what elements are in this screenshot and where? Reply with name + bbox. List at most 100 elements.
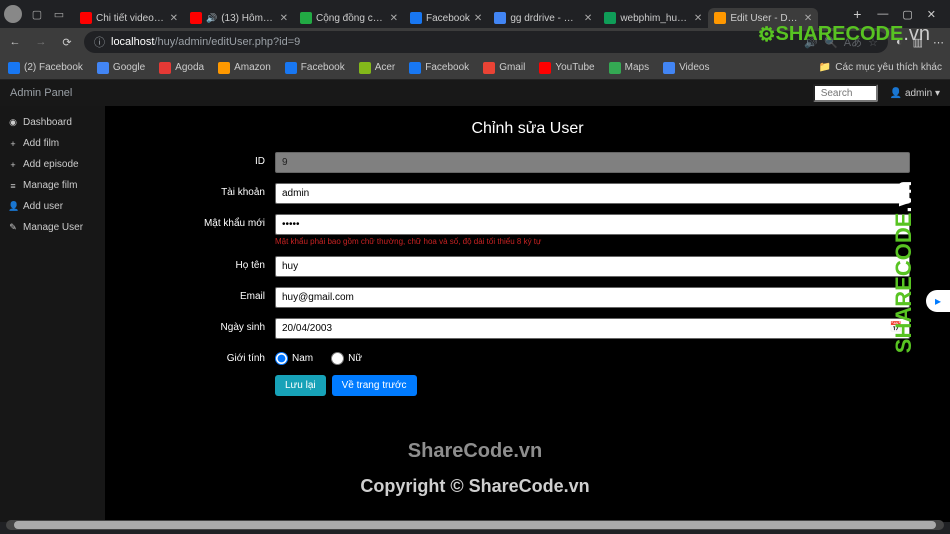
back-button[interactable]: ← <box>6 33 24 51</box>
bookmark-label: Acer <box>375 62 396 73</box>
bookmark-label: YouTube <box>555 62 594 73</box>
translate-icon[interactable]: Aあ <box>844 34 862 50</box>
tab-overview-icon[interactable]: ▭ <box>52 7 66 21</box>
tab-title: Edit User - Dark Ad <box>730 13 800 24</box>
browser-tab-3[interactable]: Facebook✕ <box>404 8 488 28</box>
input-fullname[interactable] <box>275 256 910 277</box>
calendar-icon[interactable]: 📅 <box>890 322 902 333</box>
main-content: Chỉnh sửa User ID Tài khoản Mật khẩu mới… <box>105 106 950 522</box>
tab-favicon <box>714 12 726 24</box>
window-minimize-button[interactable]: — <box>877 8 888 21</box>
bookmark-favicon <box>97 62 109 74</box>
input-email[interactable] <box>275 287 910 308</box>
browser-tab-5[interactable]: webphim_huy - Goo✕ <box>598 8 708 28</box>
profile-avatar[interactable] <box>4 5 22 23</box>
label-fullname: Họ tên <box>145 256 275 271</box>
address-bar[interactable]: ⓘ localhost/huy/admin/editUser.php?id=9 … <box>84 31 888 53</box>
tab-title: Cộng đồng chia sẻ <box>316 13 386 24</box>
back-button-page[interactable]: Về trang trước <box>332 375 417 396</box>
browser-tab-0[interactable]: Chi tiết video - You✕ <box>74 8 184 28</box>
sidebar-icon: ≡ <box>8 181 18 191</box>
browser-tab-2[interactable]: Cộng đồng chia sẻ ✕ <box>294 8 404 28</box>
collections-icon[interactable]: ▥ <box>913 36 923 49</box>
sidebar-item-manage-user[interactable]: ✎ Manage User <box>0 217 105 238</box>
bookmark-label: Facebook <box>301 62 345 73</box>
radio-male-label[interactable]: Nam <box>275 352 313 365</box>
new-tab-button[interactable]: + <box>847 4 867 24</box>
label-account: Tài khoản <box>145 183 275 198</box>
sidebar-item-add-episode[interactable]: +Add episode <box>0 154 105 175</box>
zoom-icon[interactable]: 🔍 <box>824 36 838 49</box>
favorite-icon[interactable]: ☆ <box>868 36 878 49</box>
tab-favicon <box>410 12 422 24</box>
window-maximize-button[interactable]: ▢ <box>902 8 912 21</box>
site-info-icon[interactable]: ⓘ <box>94 34 105 50</box>
sidebar-icon: 👤 <box>8 201 18 212</box>
bookmarks-overflow[interactable]: 📁 Các mục yêu thích khác <box>819 62 942 73</box>
radio-female[interactable] <box>331 352 344 365</box>
audio-icon: 🔊 <box>206 13 217 24</box>
bookmarks-bar: (2) Facebook Google Agoda Amazon Facebook Ace… <box>0 56 950 80</box>
sidebar-label: Manage User <box>23 222 83 233</box>
browser-tab-4[interactable]: gg drdrive - Search✕ <box>488 8 598 28</box>
sidebar-icon: ✎ <box>8 222 18 233</box>
workspaces-icon[interactable]: ▢ <box>30 7 44 21</box>
sidebar-label: Add user <box>23 201 63 212</box>
bookmark-item-5[interactable]: Acer <box>359 62 396 74</box>
bookmark-label: Google <box>113 62 145 73</box>
side-pill-button[interactable]: ▸ <box>926 290 950 312</box>
menu-icon[interactable]: ⋯ <box>933 36 944 49</box>
bookmark-label: Amazon <box>234 62 271 73</box>
label-password: Mật khẩu mới <box>145 214 275 229</box>
bookmark-item-2[interactable]: Agoda <box>159 62 204 74</box>
browser-tab-1[interactable]: 🔊 (13) Hôm Nay ✕ <box>184 8 294 28</box>
tab-close-button[interactable]: ✕ <box>584 13 592 24</box>
tab-title: (13) Hôm Nay <box>221 13 275 24</box>
input-birthday[interactable] <box>275 318 910 339</box>
tab-close-button[interactable]: ✕ <box>170 13 178 24</box>
bookmark-item-9[interactable]: Maps <box>609 62 649 74</box>
tab-close-button[interactable]: ✕ <box>280 13 288 24</box>
bookmark-item-7[interactable]: Gmail <box>483 62 525 74</box>
horizontal-scrollbar[interactable] <box>6 520 944 530</box>
bookmark-item-8[interactable]: YouTube <box>539 62 594 74</box>
bookmark-favicon <box>409 62 421 74</box>
sidebar-item-add-film[interactable]: +Add film <box>0 133 105 154</box>
bookmark-item-4[interactable]: Facebook <box>285 62 345 74</box>
save-button[interactable]: Lưu lại <box>275 375 326 396</box>
bookmark-item-10[interactable]: Videos <box>663 62 709 74</box>
window-close-button[interactable]: ✕ <box>927 8 936 21</box>
input-password[interactable] <box>275 214 910 235</box>
bookmark-item-0[interactable]: (2) Facebook <box>8 62 83 74</box>
tab-close-button[interactable]: ✕ <box>694 13 702 24</box>
radio-female-label[interactable]: Nữ <box>331 352 362 365</box>
search-input[interactable] <box>813 84 878 102</box>
sidebar-item-dashboard[interactable]: ◉Dashboard <box>0 112 105 133</box>
read-aloud-icon[interactable]: 🔊 <box>804 36 818 49</box>
radio-male[interactable] <box>275 352 288 365</box>
input-account[interactable] <box>275 183 910 204</box>
bookmark-favicon <box>285 62 297 74</box>
tab-favicon <box>604 12 616 24</box>
extensions-icon[interactable]: ◐ <box>896 36 903 48</box>
refresh-button[interactable]: ⟳ <box>58 33 76 51</box>
bookmark-label: (2) Facebook <box>24 62 83 73</box>
tab-close-button[interactable]: ✕ <box>474 13 482 24</box>
user-menu[interactable]: 👤 admin ▾ <box>890 88 940 99</box>
label-email: Email <box>145 287 275 302</box>
sidebar-icon: ◉ <box>8 117 18 128</box>
bookmark-item-6[interactable]: Facebook <box>409 62 469 74</box>
bookmark-item-3[interactable]: Amazon <box>218 62 271 74</box>
sidebar: ◉Dashboard+Add film+Add episode≡Manage f… <box>0 106 105 522</box>
input-id <box>275 152 910 173</box>
sidebar-item-add-user[interactable]: 👤 Add user <box>0 196 105 217</box>
forward-button[interactable]: → <box>32 33 50 51</box>
sidebar-item-manage-film[interactable]: ≡Manage film <box>0 175 105 196</box>
tab-close-button[interactable]: ✕ <box>390 13 398 24</box>
browser-tab-6[interactable]: Edit User - Dark Ad ✕ <box>708 8 818 28</box>
sidebar-label: Add film <box>23 138 59 149</box>
bookmark-item-1[interactable]: Google <box>97 62 145 74</box>
sidebar-label: Add episode <box>23 159 79 170</box>
tab-close-button[interactable]: ✕ <box>804 13 812 24</box>
tab-favicon <box>300 12 312 24</box>
